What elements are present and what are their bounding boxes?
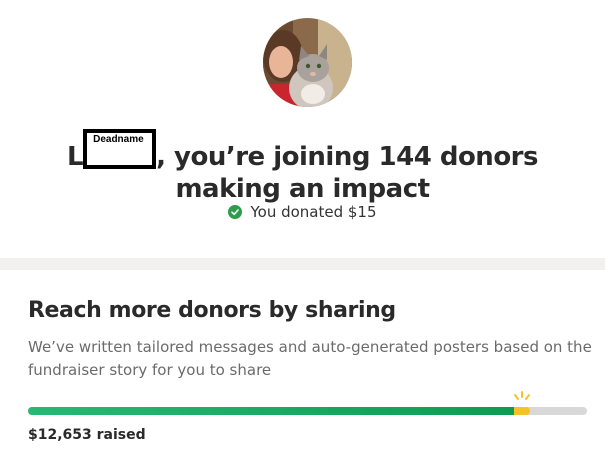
share-description: We’ve written tailored messages and auto… [28,338,592,379]
donation-confirmation: L Deadname , you’re joining 144 donors mak… [0,0,605,258]
fundraising-progress-bar [28,391,587,415]
headline-line-2: making an impact [175,174,430,204]
redaction-label: Deadname [93,134,144,145]
profile-avatar [263,18,352,107]
section-divider [0,258,605,270]
check-circle-icon [228,205,243,219]
sparkle-icon [514,391,530,400]
headline-prefix: L [67,142,84,172]
amount-raised: $12,653 raised [28,427,146,443]
progress-tip [514,407,530,415]
headline-line-1: L Deadname , you’re joining 144 donors [0,129,605,173]
headline-line-1-text: , you’re joining 144 donors [156,142,538,172]
headline: L Deadname , you’re joining 144 donors mak… [0,129,605,205]
redaction-box: Deadname [83,129,157,169]
share-title: Reach more donors by sharing [28,298,396,323]
donated-amount-text: You donated $15 [250,203,377,221]
progress-fill [28,407,514,415]
donation-status: You donated $15 [0,203,605,221]
share-section: Reach more donors by sharing We’ve writt… [0,270,605,455]
